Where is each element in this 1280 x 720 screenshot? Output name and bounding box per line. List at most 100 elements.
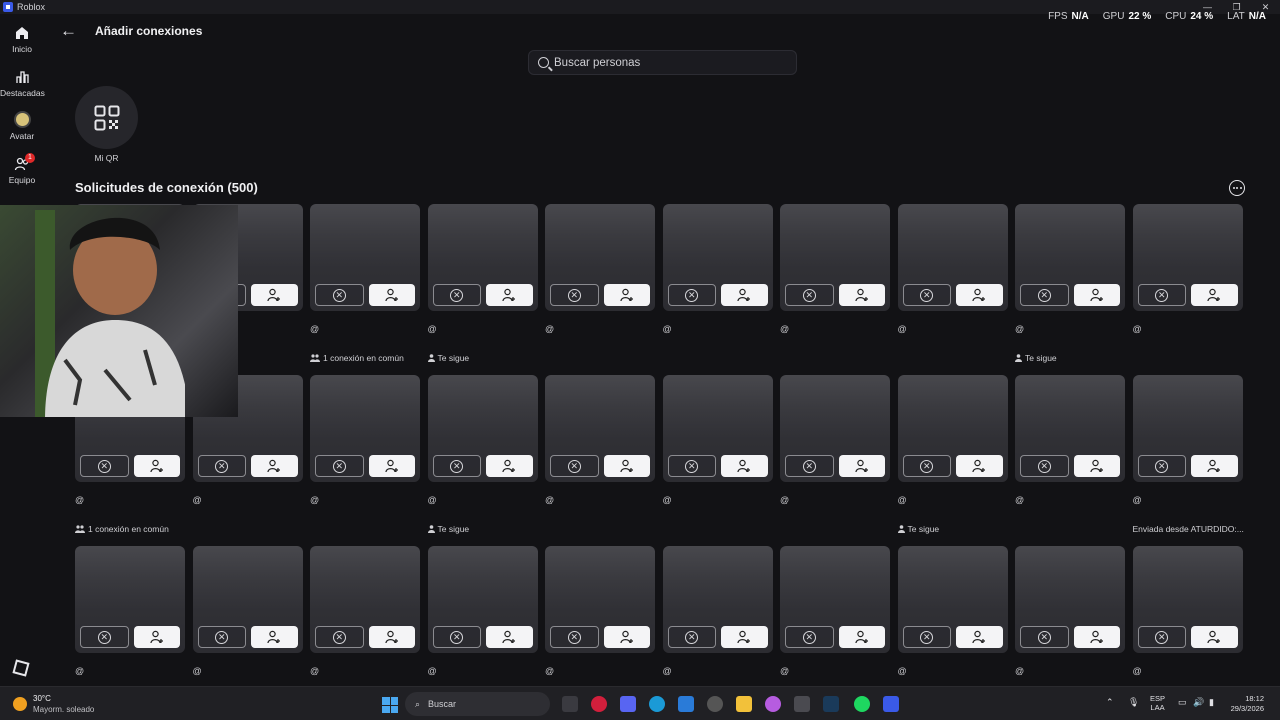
request-card[interactable]: ✕ @ Enviada desde ATURDIDO:...: [1132, 375, 1244, 535]
accept-button[interactable]: [251, 626, 298, 648]
avatar-thumbnail[interactable]: ✕: [780, 204, 890, 311]
file-explorer-icon[interactable]: [736, 696, 752, 712]
avatar-thumbnail[interactable]: ✕: [427, 546, 538, 653]
decline-button[interactable]: ✕: [1020, 626, 1069, 648]
avatar-thumbnail[interactable]: ✕: [310, 375, 420, 482]
decline-button[interactable]: ✕: [80, 626, 129, 648]
request-card[interactable]: ✕@: [780, 375, 890, 535]
decline-button[interactable]: ✕: [785, 626, 834, 648]
accept-button[interactable]: [956, 284, 1003, 306]
search-input[interactable]: [554, 56, 774, 69]
avatar-thumbnail[interactable]: ✕: [427, 204, 538, 311]
accept-button[interactable]: [251, 284, 298, 306]
battery-icon[interactable]: ▮: [1209, 697, 1214, 708]
avatar-thumbnail[interactable]: ✕: [1015, 204, 1125, 311]
decline-button[interactable]: ✕: [902, 284, 951, 306]
avatar-thumbnail[interactable]: ✕: [897, 204, 1008, 311]
decline-button[interactable]: ✕: [667, 455, 716, 477]
spotify-icon[interactable]: [854, 696, 870, 712]
steam-icon[interactable]: [823, 696, 839, 712]
request-card[interactable]: ✕@: [545, 375, 655, 535]
mail-icon[interactable]: [678, 696, 694, 712]
request-card[interactable]: ✕ @ Te sigue: [427, 204, 538, 364]
search-box[interactable]: [528, 50, 797, 75]
language-indicator[interactable]: ESP LAA: [1150, 694, 1165, 712]
decline-button[interactable]: ✕: [80, 455, 129, 477]
avatar-thumbnail[interactable]: ✕: [1132, 204, 1243, 311]
tray-chevron-icon[interactable]: ⌃: [1106, 697, 1114, 708]
avatar-thumbnail[interactable]: ✕: [897, 375, 1008, 482]
accept-button[interactable]: [721, 455, 768, 477]
accept-button[interactable]: [838, 455, 885, 477]
decline-button[interactable]: ✕: [432, 284, 481, 306]
request-card[interactable]: ✕@: [1132, 204, 1243, 364]
roblox-taskbar-icon[interactable]: [883, 696, 899, 712]
decline-button[interactable]: ✕: [1137, 626, 1186, 648]
avatar-thumbnail[interactable]: ✕: [662, 546, 773, 653]
avatar-thumbnail[interactable]: ✕: [662, 204, 773, 311]
decline-button[interactable]: ✕: [785, 455, 834, 477]
avatar-thumbnail[interactable]: ✕: [897, 546, 1008, 653]
decline-button[interactable]: ✕: [315, 626, 364, 648]
decline-button[interactable]: ✕: [1137, 284, 1186, 306]
accept-button[interactable]: [1073, 284, 1120, 306]
accept-button[interactable]: [603, 284, 650, 306]
accept-button[interactable]: [486, 455, 533, 477]
sidebar-item-equipo[interactable]: 1 Equipo: [0, 153, 44, 185]
request-card[interactable]: ✕@: [310, 375, 420, 535]
avatar-thumbnail[interactable]: ✕: [662, 375, 773, 482]
decline-button[interactable]: ✕: [1020, 284, 1069, 306]
avatar-thumbnail[interactable]: ✕: [75, 546, 185, 653]
request-card[interactable]: ✕@: [780, 546, 890, 706]
request-card[interactable]: ✕@: [1015, 546, 1125, 706]
decline-button[interactable]: ✕: [1020, 455, 1069, 477]
request-card[interactable]: ✕@: [545, 546, 655, 706]
accept-button[interactable]: [1191, 284, 1238, 306]
decline-button[interactable]: ✕: [315, 284, 364, 306]
decline-button[interactable]: ✕: [902, 626, 951, 648]
accept-button[interactable]: [603, 626, 650, 648]
taskbar-clock[interactable]: 18:12 29/3/2026: [1228, 694, 1264, 714]
network-icon[interactable]: ▭: [1178, 697, 1187, 708]
accept-button[interactable]: [721, 626, 768, 648]
request-card[interactable]: ✕@: [662, 204, 773, 364]
edge-icon[interactable]: [649, 696, 665, 712]
decline-button[interactable]: ✕: [197, 626, 246, 648]
avatar-thumbnail[interactable]: ✕: [310, 204, 420, 311]
volume-icon[interactable]: 🔊: [1193, 697, 1204, 708]
store-icon[interactable]: [794, 696, 810, 712]
accept-button[interactable]: [251, 455, 298, 477]
request-card[interactable]: ✕@: [545, 204, 655, 364]
accept-button[interactable]: [838, 626, 885, 648]
avatar-thumbnail[interactable]: ✕: [780, 375, 890, 482]
copilot-icon[interactable]: [765, 696, 781, 712]
request-card[interactable]: ✕ @ Te sigue: [427, 375, 538, 535]
accept-button[interactable]: [721, 284, 768, 306]
chrome-icon[interactable]: [707, 696, 723, 712]
back-arrow-icon[interactable]: ←: [60, 22, 77, 39]
decline-button[interactable]: ✕: [432, 455, 481, 477]
accept-button[interactable]: [133, 455, 180, 477]
decline-button[interactable]: ✕: [197, 455, 246, 477]
request-card[interactable]: ✕@: [897, 204, 1008, 364]
decline-button[interactable]: ✕: [432, 626, 481, 648]
request-card[interactable]: ✕@: [780, 204, 890, 364]
accept-button[interactable]: [838, 284, 885, 306]
request-card[interactable]: ✕@: [897, 546, 1008, 706]
accept-button[interactable]: [486, 626, 533, 648]
my-qr-button[interactable]: [75, 86, 138, 149]
accept-button[interactable]: [133, 626, 180, 648]
more-options-icon[interactable]: [1229, 180, 1245, 196]
sidebar-item-destacadas[interactable]: Destacadas: [0, 69, 45, 98]
decline-button[interactable]: ✕: [1137, 455, 1186, 477]
accept-button[interactable]: [956, 626, 1003, 648]
accept-button[interactable]: [1191, 626, 1238, 648]
decline-button[interactable]: ✕: [550, 284, 599, 306]
avatar-thumbnail[interactable]: ✕: [1015, 375, 1125, 482]
avatar-thumbnail[interactable]: ✕: [780, 546, 890, 653]
request-card[interactable]: ✕@: [192, 546, 303, 706]
accept-button[interactable]: [1191, 455, 1238, 477]
request-card[interactable]: ✕@: [1015, 375, 1125, 535]
request-card[interactable]: ✕@: [75, 546, 185, 706]
accept-button[interactable]: [1073, 455, 1120, 477]
